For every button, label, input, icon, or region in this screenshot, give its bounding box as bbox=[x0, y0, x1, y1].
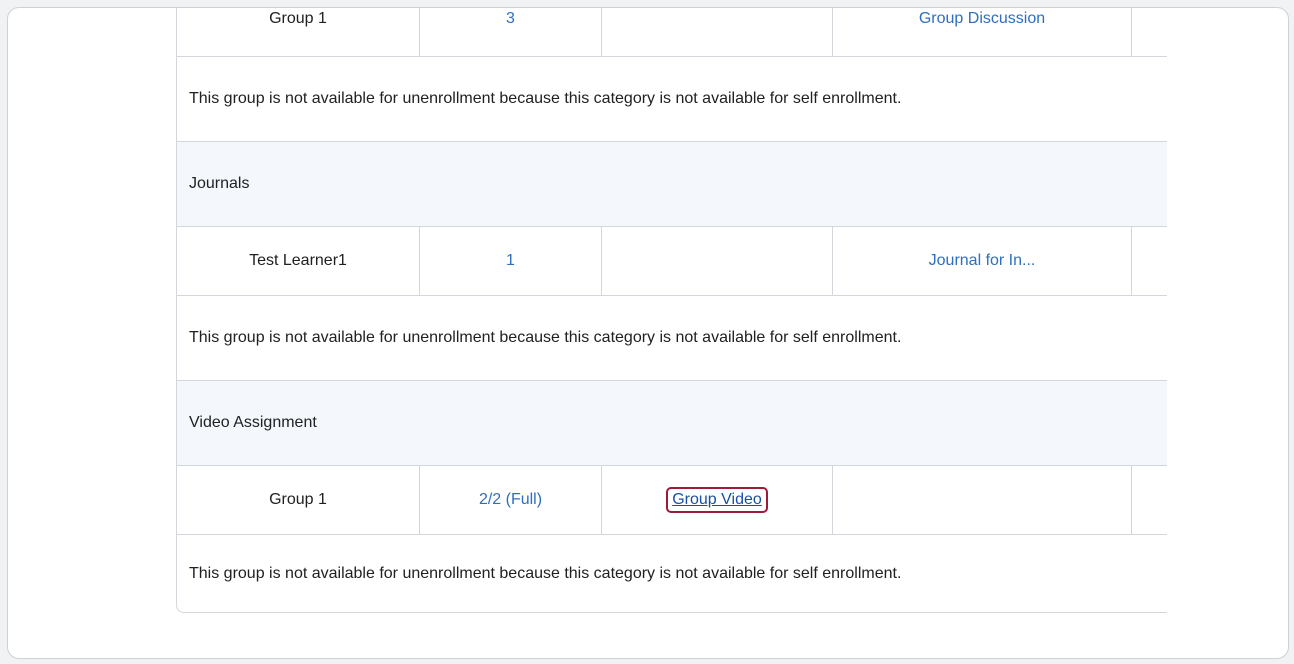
unenroll-notice: This group is not available for unenroll… bbox=[189, 329, 902, 346]
group-name-cell: Group 1 bbox=[177, 466, 420, 534]
group-name: Group 1 bbox=[269, 491, 327, 508]
group-name: Group 1 bbox=[269, 10, 327, 27]
category-row-journals: Journals bbox=[177, 142, 1167, 227]
category-name: Video Assignment bbox=[189, 414, 317, 431]
group-video-link[interactable]: Group Video bbox=[666, 487, 768, 513]
discussion-cell: Group Discussion bbox=[833, 8, 1132, 56]
groups-table: Group 1 3 Group Discussion This group is… bbox=[176, 8, 1167, 613]
members-cell: 1 bbox=[420, 227, 602, 295]
members-cell: 3 bbox=[420, 8, 602, 56]
unenroll-notice: This group is not available for unenroll… bbox=[189, 90, 902, 107]
tools-cell bbox=[602, 8, 833, 56]
group-name: Test Learner1 bbox=[249, 252, 347, 269]
journal-cell bbox=[833, 466, 1132, 534]
notice-row: This group is not available for unenroll… bbox=[177, 57, 1167, 142]
screenshot-frame: Group 1 3 Group Discussion This group is… bbox=[7, 7, 1289, 659]
table-row: Group 1 2/2 (Full) Group Video bbox=[177, 466, 1167, 535]
extra-cell bbox=[1132, 466, 1167, 534]
extra-cell bbox=[1132, 8, 1167, 56]
members-link[interactable]: 3 bbox=[506, 10, 515, 28]
notice-row: This group is not available for unenroll… bbox=[177, 535, 1167, 612]
unenroll-notice: This group is not available for unenroll… bbox=[189, 564, 902, 582]
journal-cell: Journal for In... bbox=[833, 227, 1132, 295]
members-link[interactable]: 1 bbox=[506, 252, 515, 270]
video-cell: Group Video bbox=[602, 466, 833, 534]
group-name-cell: Test Learner1 bbox=[177, 227, 420, 295]
tools-cell bbox=[602, 227, 833, 295]
members-cell: 2/2 (Full) bbox=[420, 466, 602, 534]
notice-row: This group is not available for unenroll… bbox=[177, 296, 1167, 381]
group-discussion-link[interactable]: Group Discussion bbox=[919, 10, 1045, 28]
table-row: Group 1 3 Group Discussion bbox=[177, 8, 1167, 57]
members-link[interactable]: 2/2 (Full) bbox=[479, 491, 542, 509]
table-row: Test Learner1 1 Journal for In... bbox=[177, 227, 1167, 296]
group-name-cell: Group 1 bbox=[177, 8, 420, 56]
category-row-video-assignment: Video Assignment bbox=[177, 381, 1167, 466]
journal-link[interactable]: Journal for In... bbox=[929, 252, 1036, 270]
extra-cell bbox=[1132, 227, 1167, 295]
category-name: Journals bbox=[189, 175, 250, 192]
